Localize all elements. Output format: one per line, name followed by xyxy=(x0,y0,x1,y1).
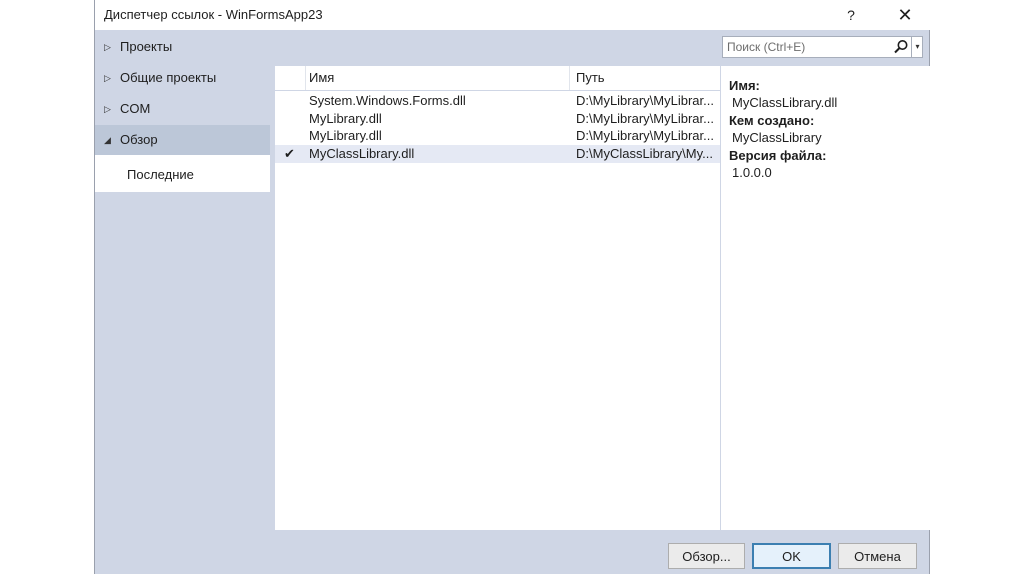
table-row[interactable]: System.Windows.Forms.dll D:\MyLibrary\My… xyxy=(275,92,720,110)
collapse-arrow-icon: ◢ xyxy=(104,135,111,145)
row-checkbox[interactable] xyxy=(284,129,297,142)
row-checkbox[interactable] xyxy=(284,94,297,107)
row-name: MyClassLibrary.dll xyxy=(309,146,415,161)
nav-item-projects[interactable]: ▷ Проекты xyxy=(95,32,270,62)
column-header-path[interactable]: Путь xyxy=(571,66,720,90)
nav-item-label: COM xyxy=(120,101,151,116)
table-row-selected[interactable]: ✔ MyClassLibrary.dll D:\MyClassLibrary\M… xyxy=(275,145,720,163)
left-navigation: ▷ Проекты ▷ Общие проекты ▷ COM ◢ Обзор … xyxy=(95,30,271,536)
nav-item-label: Проекты xyxy=(120,39,173,54)
row-path: D:\MyLibrary\MyLibrar... xyxy=(576,111,714,126)
list-header: Имя Путь xyxy=(275,66,720,91)
search-icon[interactable] xyxy=(893,39,909,55)
row-path: D:\MyClassLibrary\My... xyxy=(576,146,713,161)
column-header-name[interactable]: Имя xyxy=(306,66,570,90)
nav-item-browse[interactable]: ◢ Обзор xyxy=(95,125,270,155)
nav-item-com[interactable]: ▷ COM xyxy=(95,94,270,124)
row-checkbox-checked[interactable]: ✔ xyxy=(284,147,297,160)
nav-subitem-recent[interactable]: Последние xyxy=(95,155,270,192)
expand-arrow-icon: ▷ xyxy=(104,73,111,83)
row-path: D:\MyLibrary\MyLibrar... xyxy=(576,93,714,108)
nav-item-label: Общие проекты xyxy=(120,70,217,85)
reference-list: Имя Путь System.Windows.Forms.dll D:\MyL… xyxy=(275,66,720,530)
nav-item-shared-projects[interactable]: ▷ Общие проекты xyxy=(95,63,270,93)
expand-arrow-icon: ▷ xyxy=(104,42,111,52)
details-panel: Имя: MyClassLibrary.dll Кем создано: MyC… xyxy=(721,66,930,530)
search-input[interactable] xyxy=(723,37,897,57)
row-name: System.Windows.Forms.dll xyxy=(309,93,466,108)
detail-version-value: 1.0.0.0 xyxy=(732,165,772,180)
cancel-button[interactable]: Отмена xyxy=(838,543,917,569)
title-bar: Диспетчер ссылок - WinFormsApp23 ? ✕ xyxy=(95,0,931,30)
expand-arrow-icon: ▷ xyxy=(104,104,111,114)
detail-author-label: Кем создано: xyxy=(729,113,815,128)
detail-author-value: MyClassLibrary xyxy=(732,130,822,145)
row-name: MyLibrary.dll xyxy=(309,128,382,143)
browse-button[interactable]: Обзор... xyxy=(668,543,745,569)
row-path: D:\MyLibrary\MyLibrar... xyxy=(576,128,714,143)
close-button[interactable]: ✕ xyxy=(885,0,925,30)
detail-name-label: Имя: xyxy=(729,78,760,93)
ok-button[interactable]: OK xyxy=(752,543,831,569)
column-header-check[interactable] xyxy=(275,66,306,90)
search-box[interactable]: ▾ xyxy=(722,36,923,58)
help-button[interactable]: ? xyxy=(831,0,871,30)
search-options-dropdown[interactable]: ▾ xyxy=(911,37,923,57)
row-checkbox[interactable] xyxy=(284,112,297,125)
nav-item-label: Обзор xyxy=(120,132,158,147)
detail-version-label: Версия файла: xyxy=(729,148,827,163)
reference-manager-dialog: Диспетчер ссылок - WinFormsApp23 ? ✕ ▷ П… xyxy=(94,0,931,574)
nav-subitem-label: Последние xyxy=(127,167,194,182)
window-title: Диспетчер ссылок - WinFormsApp23 xyxy=(104,7,323,22)
row-name: MyLibrary.dll xyxy=(309,111,382,126)
table-row[interactable]: MyLibrary.dll D:\MyLibrary\MyLibrar... xyxy=(275,110,720,128)
table-row[interactable]: MyLibrary.dll D:\MyLibrary\MyLibrar... xyxy=(275,127,720,145)
detail-name-value: MyClassLibrary.dll xyxy=(732,95,838,110)
